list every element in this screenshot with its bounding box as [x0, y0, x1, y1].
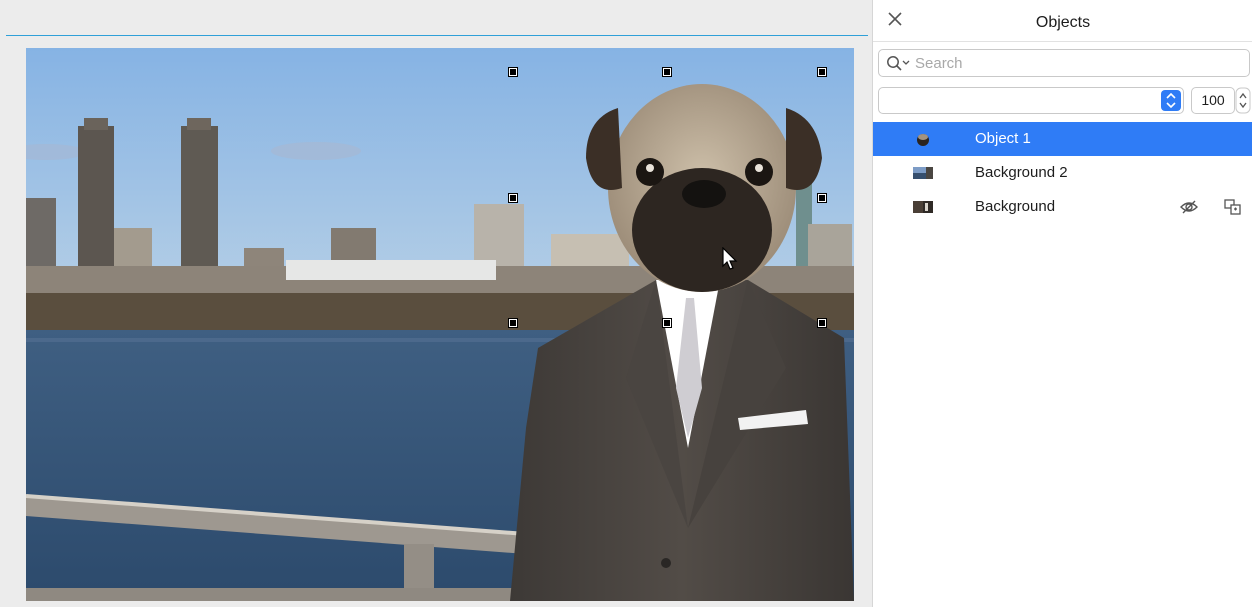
selection-handle-bottom-center[interactable]: [662, 318, 672, 328]
layer-list: Object 1 Background 2 Background: [873, 122, 1252, 224]
blend-mode-select[interactable]: [878, 87, 1184, 114]
selection-handle-bottom-left[interactable]: [508, 318, 518, 328]
skyline-thumbnail-icon: [913, 167, 933, 179]
canvas-toolbar-strip: [6, 8, 868, 36]
panel-title: Objects: [1035, 14, 1091, 31]
pug-thumbnail-icon: [917, 134, 929, 146]
layer-row-background-2[interactable]: Background 2: [873, 156, 1252, 190]
selection-handle-bottom-right[interactable]: [817, 318, 827, 328]
layer-name: Object 1: [975, 130, 1031, 147]
panel-header: Objects: [873, 4, 1252, 42]
photo-composite: [26, 48, 854, 601]
opacity-stepper-icon[interactable]: [1235, 87, 1251, 114]
canvas-area[interactable]: [0, 0, 872, 607]
search-field[interactable]: [878, 49, 1250, 77]
selection-handle-top-center[interactable]: [662, 67, 672, 77]
objects-panel: Objects 100 Object 1: [872, 0, 1252, 607]
mouse-pointer-icon: [722, 247, 738, 270]
layer-name: Background: [975, 198, 1056, 215]
lock-icon[interactable]: [1223, 198, 1243, 216]
select-arrows-icon[interactable]: [1161, 90, 1181, 111]
artboard[interactable]: [26, 48, 854, 601]
selection-handle-middle-left[interactable]: [508, 193, 518, 203]
suit-thumbnail-icon: [913, 201, 933, 213]
layer-row-object-1[interactable]: Object 1: [873, 122, 1252, 156]
search-icon: [887, 56, 910, 71]
layer-name: Background 2: [975, 164, 1068, 181]
selection-handle-middle-right[interactable]: [817, 193, 827, 203]
selection-handle-top-left[interactable]: [508, 67, 518, 77]
selection-handle-top-right[interactable]: [817, 67, 827, 77]
opacity-input[interactable]: 100: [1191, 87, 1235, 114]
layer-row-background[interactable]: Background: [873, 190, 1252, 224]
search-input[interactable]: [915, 53, 1235, 73]
visibility-icon[interactable]: [1179, 198, 1199, 216]
